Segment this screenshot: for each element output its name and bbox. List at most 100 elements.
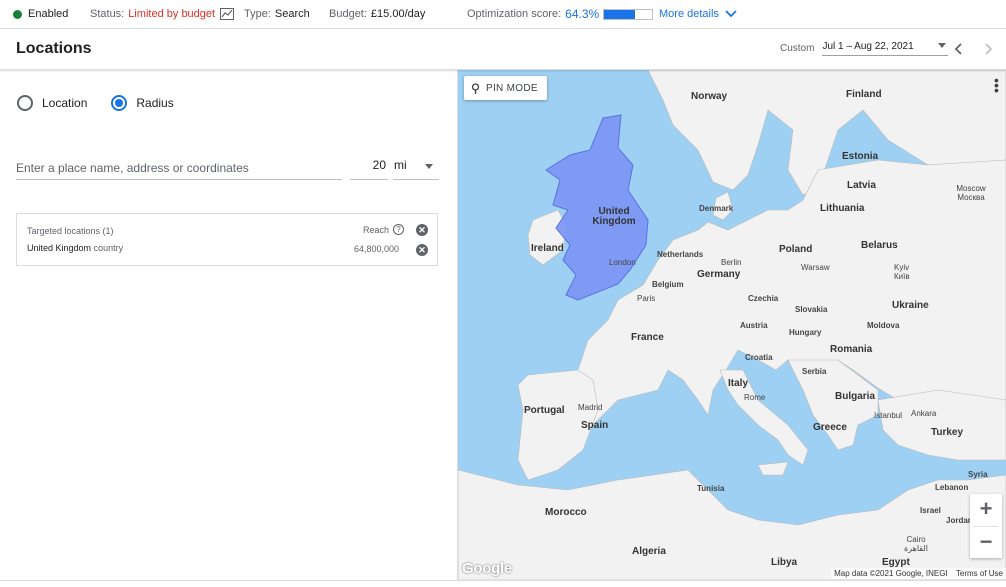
radius-value-input[interactable]: 20 — [350, 156, 388, 180]
location-radio[interactable] — [17, 95, 33, 111]
reach-header: Reach ? — [363, 224, 405, 235]
optimization-score[interactable]: Optimization score: 64.3% — [467, 0, 654, 28]
enabled-label: Enabled — [28, 8, 69, 20]
map-label-ankara: Ankara — [911, 409, 937, 418]
help-icon[interactable]: ? — [393, 224, 405, 235]
map-label-berlin: Berlin — [721, 258, 742, 267]
map-label-norway: Norway — [691, 91, 728, 102]
map-attribution: Map data ©2021 Google, INEGI Terms of Us… — [831, 568, 1006, 579]
more-details-label: More details — [659, 8, 719, 20]
remove-all-icon[interactable]: ✕ — [416, 224, 428, 236]
radius-radio[interactable] — [111, 95, 128, 111]
map-label-warsaw: Warsaw — [801, 263, 830, 272]
map-label-united-kingdom: United Kingdom — [592, 206, 636, 227]
enabled-dot-icon — [13, 9, 22, 19]
location-targeting-panel: Location Radius 20 mi Targeted locations… — [0, 70, 458, 587]
map-label-belarus: Belarus — [861, 240, 898, 251]
page-title: Locations — [16, 40, 92, 57]
map-label-spain: Spain — [581, 420, 609, 431]
zoom-controls: + − — [970, 494, 1002, 558]
location-option-label: Location — [42, 96, 88, 110]
map-label-germany: Germany — [697, 269, 741, 280]
map-label-bulgaria: Bulgaria — [835, 391, 876, 402]
dropdown-caret-icon — [425, 164, 433, 169]
map-label-serbia: Serbia — [802, 367, 827, 376]
radius-option[interactable]: Radius — [111, 95, 174, 111]
page-footer-divider — [0, 580, 1006, 587]
location-option[interactable]: Location — [17, 95, 87, 111]
zoom-in-button[interactable]: + — [970, 494, 1002, 526]
map-label-istanbul: Istanbul — [874, 411, 903, 420]
map-label-finland: Finland — [846, 89, 882, 100]
map-label-rome: Rome — [744, 393, 766, 402]
map-label-ukraine: Ukraine — [892, 300, 929, 311]
pin-mode-label: PIN MODE — [486, 82, 538, 94]
map-view[interactable]: PIN MODE • • • Norway Finland Estonia Latv… — [458, 70, 1006, 580]
targeted-locations-header: Targeted locations (1) — [27, 226, 114, 236]
map-label-jordan: Jordan — [946, 516, 973, 525]
map-label-denmark: Denmark — [699, 204, 734, 213]
more-options-icon[interactable]: • • • — [994, 73, 999, 97]
date-range-picker[interactable]: Custom Jul 1 – Aug 22, 2021 — [780, 41, 949, 56]
pin-icon — [471, 82, 480, 94]
campaign-type: Type: Search — [244, 0, 310, 28]
map-label-libya: Libya — [771, 557, 798, 568]
google-logo: Google — [462, 560, 512, 577]
map-label-poland: Poland — [779, 244, 813, 255]
location-reach: 64,800,000 — [354, 244, 400, 254]
map-label-czechia: Czechia — [748, 294, 779, 303]
map-land-shapes — [458, 70, 1006, 580]
campaign-budget: Budget: £15.00/day — [329, 0, 425, 28]
remove-location-icon[interactable]: ✕ — [416, 244, 428, 256]
date-range-value[interactable]: Jul 1 – Aug 22, 2021 — [822, 41, 949, 56]
campaign-status: Status: Limited by budget — [90, 0, 235, 28]
next-period-icon[interactable] — [983, 43, 993, 55]
enabled-status[interactable]: Enabled — [13, 0, 68, 28]
more-details-button[interactable]: More details — [659, 0, 737, 28]
map-label-tunisia: Tunisia — [697, 484, 725, 493]
radius-unit-value: mi — [394, 158, 407, 172]
map-label-romania: Romania — [830, 344, 873, 355]
map-label-kyiv: Kyiv Київ — [894, 263, 910, 281]
map-label-paris: Paris — [637, 294, 656, 303]
map-label-portugal: Portugal — [524, 405, 565, 416]
zoom-out-button[interactable]: − — [970, 527, 1002, 559]
map-label-italy: Italy — [728, 378, 749, 389]
chart-icon[interactable] — [220, 8, 235, 20]
date-preset: Custom — [780, 43, 815, 54]
location-type: country — [93, 243, 124, 253]
pin-mode-button[interactable]: PIN MODE — [464, 76, 547, 100]
map-label-greece: Greece — [813, 422, 847, 433]
dropdown-caret-icon — [938, 43, 947, 48]
previous-period-icon[interactable] — [954, 43, 964, 55]
optimization-score-fill — [604, 9, 636, 19]
map-label-slovakia: Slovakia — [795, 305, 828, 314]
map-data-credit: Map data ©2021 Google, INEGI — [834, 569, 948, 578]
map-label-cairo: Cairo القاهرة — [904, 535, 928, 553]
date-range-text: Jul 1 – Aug 22, 2021 — [822, 41, 914, 52]
map-label-lebanon: Lebanon — [935, 483, 969, 492]
budget-label: Budget: — [329, 8, 367, 20]
map-label-ireland: Ireland — [531, 243, 564, 254]
map-label-london: London — [609, 258, 636, 267]
map-label-netherlands: Netherlands — [657, 250, 704, 259]
map-label-lithuania: Lithuania — [820, 203, 865, 214]
map-label-moldova: Moldova — [867, 321, 900, 330]
location-name: United Kingdom — [27, 243, 92, 253]
map-label-hungary: Hungary — [789, 328, 822, 337]
map-label-syria: Syria — [968, 470, 988, 479]
radius-unit-select[interactable]: mi — [393, 156, 439, 180]
map-label-moscow: Moscow Москва — [956, 184, 986, 202]
targeted-locations-card: Targeted locations (1) Reach ? ✕ United … — [16, 213, 438, 266]
map-label-israel: Israel — [920, 506, 941, 515]
chevron-down-icon — [725, 10, 737, 18]
status-value[interactable]: Limited by budget — [128, 8, 215, 20]
map-label-france: France — [631, 332, 664, 343]
reach-label: Reach — [363, 224, 390, 235]
map-label-belgium: Belgium — [652, 280, 684, 289]
map-label-turkey: Turkey — [931, 427, 964, 438]
terms-link[interactable]: Terms of Use — [956, 569, 1003, 578]
campaign-status-bar: Enabled Status: Limited by budget Type: … — [0, 0, 1006, 29]
place-search-input[interactable] — [16, 156, 342, 180]
optimization-label: Optimization score: — [467, 8, 562, 20]
